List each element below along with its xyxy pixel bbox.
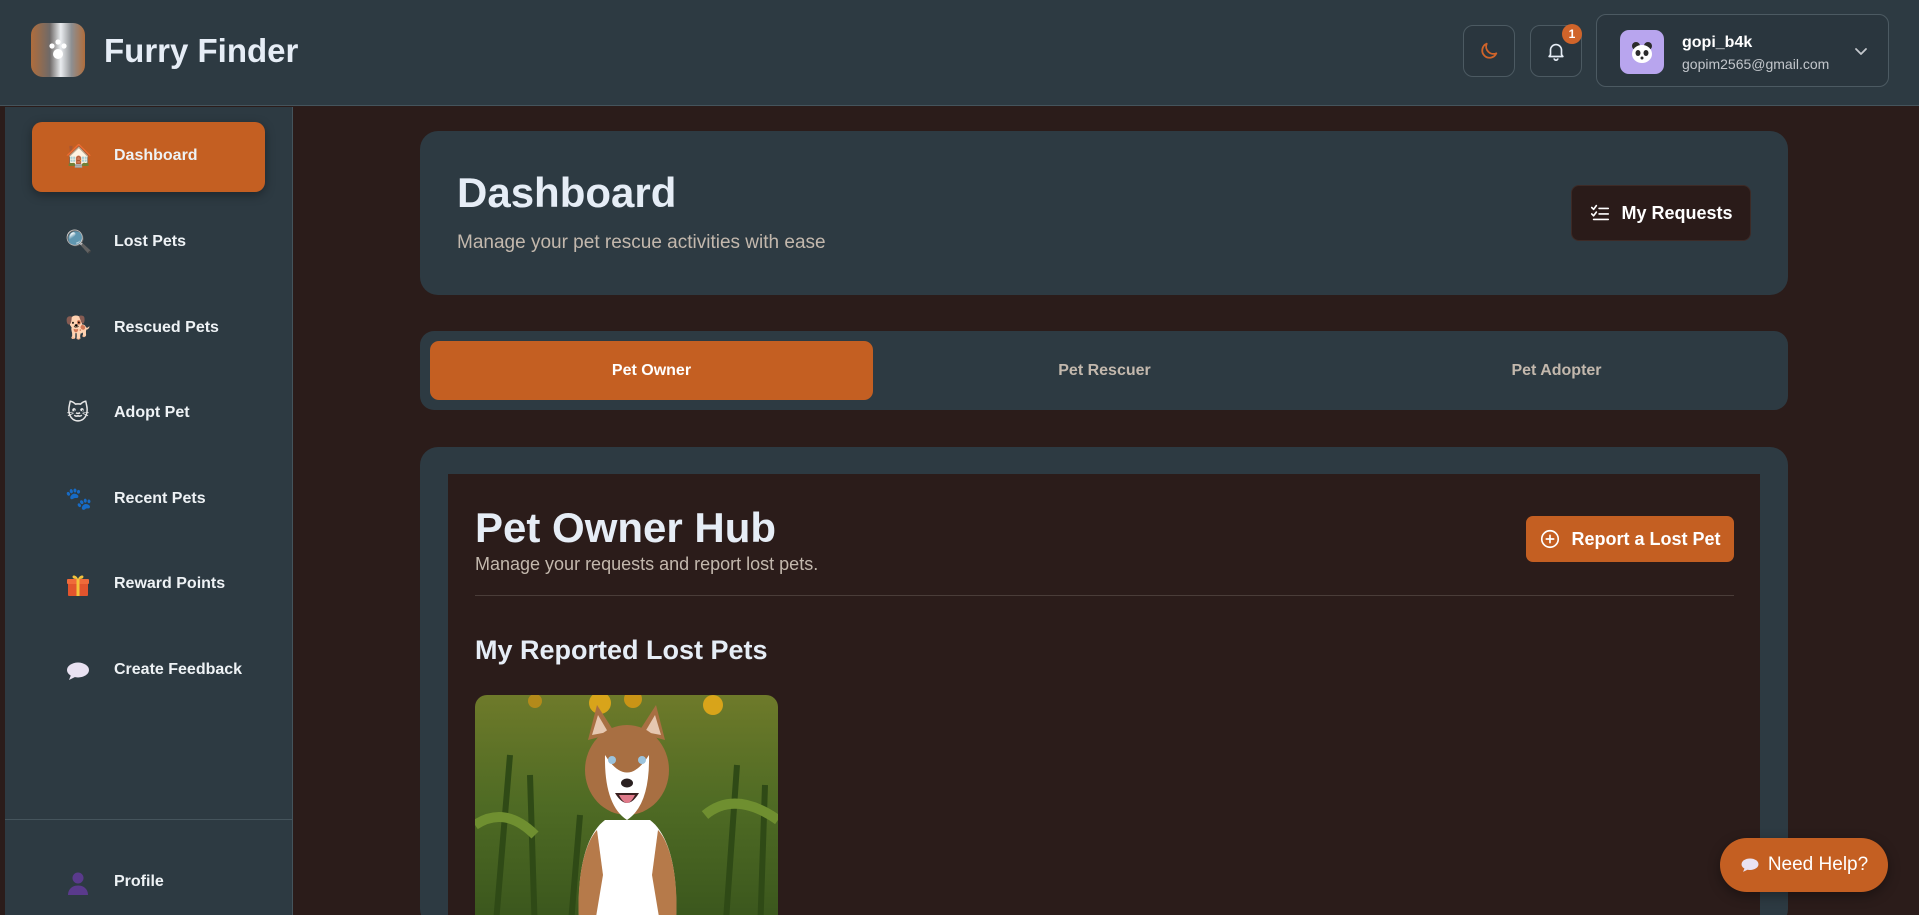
person-icon — [65, 870, 91, 896]
avatar — [1620, 30, 1664, 74]
checklist-icon — [1591, 204, 1610, 221]
magnifier-icon: 🔍 — [65, 230, 93, 255]
sidebar-item-label: Reward Points — [114, 575, 226, 592]
house-icon: 🏠 — [65, 144, 93, 169]
page-header-card: Dashboard Manage your pet rescue activit… — [420, 131, 1788, 295]
tab-pet-adopter[interactable]: Pet Adopter — [1335, 341, 1778, 400]
sidebar-item-label: Rescued Pets — [114, 319, 219, 336]
report-lost-pet-label: Report a Lost Pet — [1571, 528, 1721, 549]
sidebar-item-dashboard[interactable]: 🏠 Dashboard — [32, 122, 265, 192]
sidebar-item-label: Create Feedback — [114, 661, 243, 678]
speech-bubble-icon — [65, 658, 91, 684]
hub-divider — [475, 595, 1734, 596]
need-help-label: Need Help? — [1767, 854, 1869, 875]
sidebar-item-reward-points[interactable]: Reward Points — [32, 550, 265, 620]
sidebar-item-rescued-pets[interactable]: 🐕 Rescued Pets — [32, 294, 265, 364]
gift-icon — [65, 572, 91, 598]
user-name: gopi_b4k — [1682, 34, 1753, 51]
app-title: Furry Finder — [104, 32, 299, 69]
sidebar-divider — [5, 819, 292, 820]
notification-badge: 1 — [1562, 24, 1582, 44]
sidebar-item-label: Profile — [114, 873, 164, 890]
moon-icon — [1481, 42, 1498, 59]
hub-title: Pet Owner Hub — [475, 504, 777, 551]
sidebar-item-lost-pets[interactable]: 🔍 Lost Pets — [32, 208, 265, 278]
top-bar: Furry Finder 1 gopi_b4k gopim2565@gmail.… — [0, 0, 1919, 106]
paw-logo-icon — [49, 39, 67, 59]
my-requests-button[interactable]: My Requests — [1571, 185, 1751, 241]
sidebar-item-create-feedback[interactable]: Create Feedback — [32, 636, 265, 706]
app-logo[interactable] — [31, 23, 85, 77]
tab-pet-owner[interactable]: Pet Owner — [430, 341, 873, 400]
sidebar: 🏠 Dashboard 🔍 Lost Pets 🐕 Rescued Pets 🐱… — [5, 107, 293, 915]
sidebar-item-label: Recent Pets — [114, 490, 206, 507]
hub-subtitle: Manage your requests and report lost pet… — [475, 554, 819, 574]
report-lost-pet-button[interactable]: Report a Lost Pet — [1526, 516, 1734, 562]
pet-hug-icon: 🐕 — [65, 316, 93, 341]
chevron-down-icon — [1855, 48, 1867, 55]
sidebar-item-adopt-pet[interactable]: 🐱 Adopt Pet — [32, 379, 265, 449]
need-help-button[interactable]: Need Help? — [1720, 838, 1888, 892]
page-title: Dashboard — [457, 169, 677, 216]
pet-owner-hub: Pet Owner Hub Manage your requests and r… — [448, 474, 1760, 915]
user-email: gopim2565@gmail.com — [1682, 56, 1830, 72]
tab-pet-rescuer[interactable]: Pet Rescuer — [883, 341, 1326, 400]
role-tabs: Pet Owner Pet Rescuer Pet Adopter — [420, 331, 1788, 410]
sidebar-item-label: Lost Pets — [114, 233, 187, 250]
bell-icon — [1548, 43, 1564, 61]
cat-face-icon: 🐱 — [66, 401, 90, 426]
sidebar-item-profile[interactable]: Profile — [32, 848, 265, 915]
sidebar-item-recent-pets[interactable]: 🐾 Recent Pets — [32, 465, 265, 535]
my-requests-label: My Requests — [1621, 202, 1733, 223]
page-subtitle: Manage your pet rescue activities with e… — [457, 232, 826, 253]
panda-avatar-icon — [1632, 42, 1652, 63]
user-menu[interactable]: gopi_b4k gopim2565@gmail.com — [1596, 14, 1889, 87]
speech-bubble-icon — [1741, 858, 1759, 872]
section-title: My Reported Lost Pets — [475, 635, 768, 665]
husky-photo — [475, 695, 778, 915]
sidebar-item-label: Dashboard — [114, 147, 198, 164]
lost-pet-card-image[interactable] — [475, 695, 778, 915]
paw-prints-icon: 🐾 — [65, 487, 93, 512]
theme-toggle-button[interactable] — [1463, 25, 1515, 77]
plus-circle-icon — [1541, 529, 1560, 549]
sidebar-item-label: Adopt Pet — [114, 404, 190, 421]
